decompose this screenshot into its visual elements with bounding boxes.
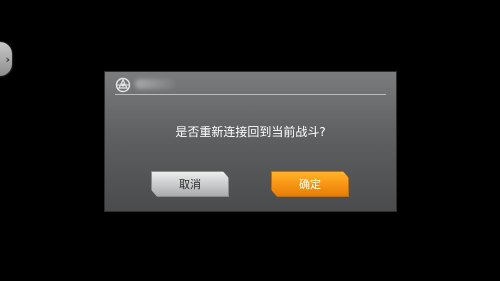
game-logo-icon	[115, 77, 131, 93]
dialog-header	[105, 72, 396, 94]
dialog-message: 是否重新连接回到当前战斗?	[175, 125, 326, 139]
side-drawer-tab[interactable]: ›	[0, 42, 12, 76]
confirm-button[interactable]: 确定	[271, 171, 349, 197]
chevron-right-icon: ›	[5, 52, 10, 66]
cancel-button[interactable]: 取消	[151, 171, 229, 197]
reconnect-dialog: 是否重新连接回到当前战斗? 取消 确定	[105, 72, 396, 211]
header-divider	[115, 94, 386, 95]
game-screen: › 是否重新连接回到当前战斗? 取消 确定	[0, 0, 500, 281]
blurred-title	[135, 79, 175, 89]
